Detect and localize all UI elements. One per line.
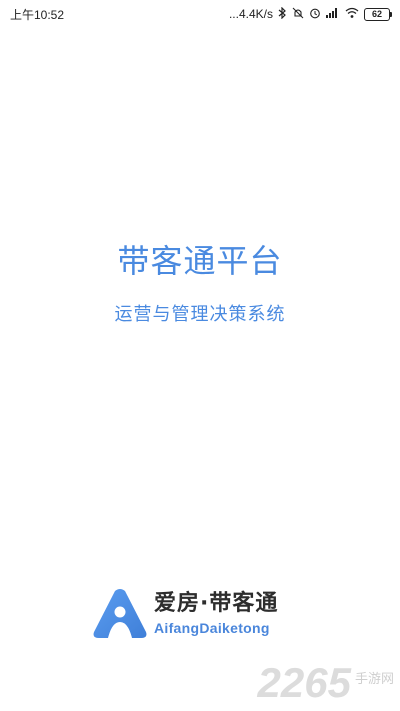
watermark-text: 手游网: [354, 672, 394, 687]
logo-a-icon: [93, 589, 147, 638]
bluetooth-icon: [278, 6, 287, 22]
brand-name-cn: 爱房·带客通: [154, 591, 279, 616]
splash-subtitle: 运营与管理决策系统: [114, 304, 286, 325]
signal-icon: [326, 7, 340, 21]
network-speed: ...4.4K/s: [228, 7, 273, 21]
battery-icon: 62: [364, 7, 392, 21]
brand-logo: 爱房·带客通 AifangDaiketong: [92, 588, 278, 640]
alarm-icon: [309, 7, 321, 22]
watermark-number: 2265: [257, 659, 351, 706]
status-time: 上午10:52: [10, 7, 65, 22]
brand-name-en: AifangDaiketong: [154, 620, 270, 636]
watermark: 2265 手游网: [257, 659, 394, 706]
splash-title: 带客通平台: [117, 242, 283, 280]
mute-icon: [292, 7, 304, 22]
wifi-icon: [345, 7, 359, 21]
status-bar: 上午10:52 ...4.4K/s 62: [0, 0, 400, 28]
